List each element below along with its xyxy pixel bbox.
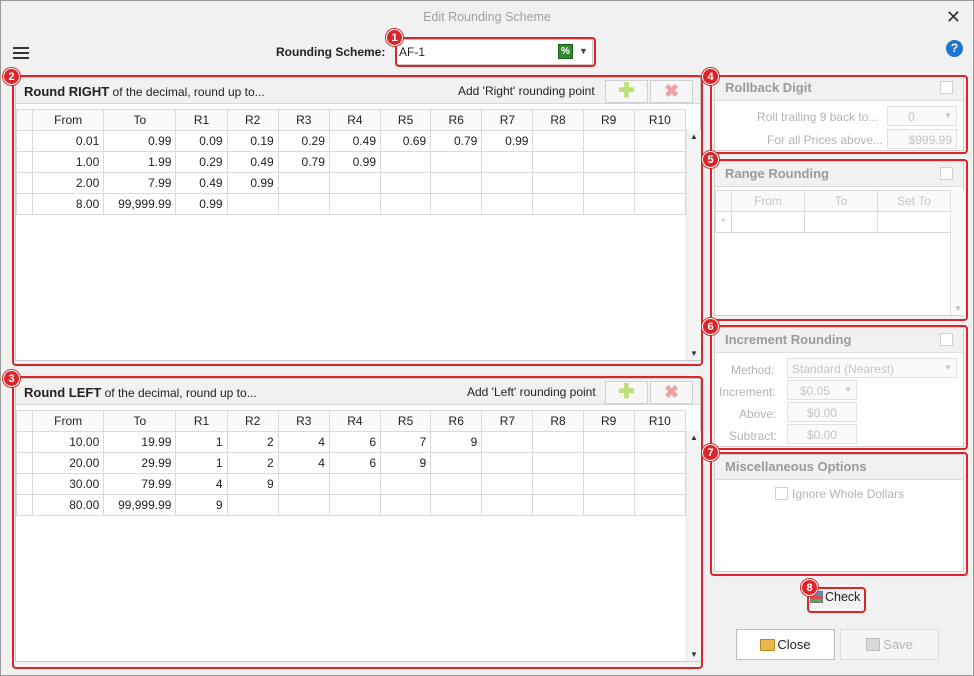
highlight-box-4 — [710, 75, 968, 154]
hamburger-menu-icon[interactable] — [13, 47, 29, 60]
badge-5: 5 — [702, 151, 719, 168]
badge-8: 8 — [801, 579, 818, 596]
window-title: Edit Rounding Scheme — [423, 10, 551, 24]
badge-3: 3 — [3, 370, 20, 387]
edit-rounding-scheme-window: Edit Rounding Scheme ✕ ? Rounding Scheme… — [0, 0, 974, 676]
highlight-box-7 — [710, 452, 968, 576]
save-label: Save — [883, 637, 913, 652]
highlight-box-2 — [12, 75, 703, 366]
badge-1: 1 — [386, 29, 403, 46]
close-button[interactable]: Close — [736, 629, 835, 660]
highlight-box-3 — [12, 376, 703, 669]
highlight-box-6 — [710, 325, 968, 450]
badge-2: 2 — [3, 68, 20, 85]
rounding-scheme-label: Rounding Scheme: — [276, 45, 386, 59]
save-button[interactable]: Save — [840, 629, 939, 660]
close-label: Close — [777, 637, 811, 652]
highlight-box-1 — [395, 37, 596, 67]
badge-6: 6 — [702, 318, 719, 335]
badge-7: 7 — [702, 444, 719, 461]
close-window-icon[interactable]: ✕ — [946, 7, 961, 27]
help-icon[interactable]: ? — [946, 40, 963, 57]
save-icon — [866, 638, 881, 651]
folder-icon — [760, 639, 776, 651]
highlight-box-5 — [710, 159, 968, 321]
badge-4: 4 — [702, 68, 719, 85]
